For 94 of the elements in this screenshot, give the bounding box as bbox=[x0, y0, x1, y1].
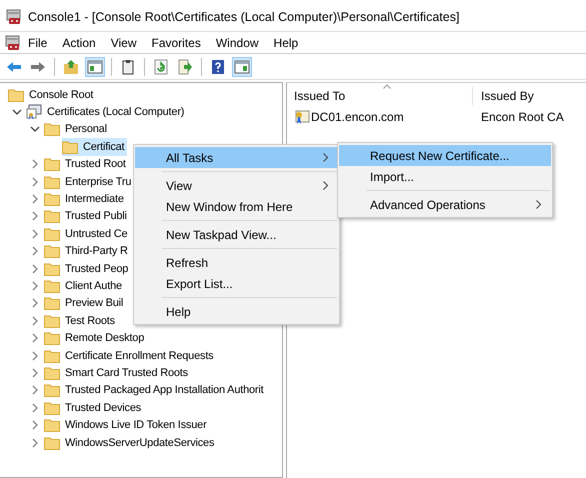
menu-item[interactable]: Export List... bbox=[135, 273, 338, 294]
menu-item[interactable]: Window bbox=[210, 34, 267, 52]
tree-item[interactable]: Trusted Devices bbox=[44, 398, 144, 417]
folder-icon bbox=[44, 226, 60, 241]
folder-icon bbox=[44, 209, 60, 224]
folder-icon bbox=[44, 174, 60, 189]
tree-item[interactable]: Certificate Enrollment Requests bbox=[44, 346, 216, 365]
expand-chevron-icon[interactable] bbox=[32, 280, 38, 291]
expand-chevron-icon[interactable] bbox=[32, 316, 38, 326]
expand-chevron-icon[interactable] bbox=[32, 246, 38, 256]
expand-chevron-icon[interactable] bbox=[32, 385, 38, 396]
toolbar-button[interactable] bbox=[232, 56, 252, 76]
tree-item[interactable]: Console Root bbox=[8, 86, 96, 104]
folder-icon bbox=[44, 348, 60, 363]
refresh-icon bbox=[153, 58, 169, 74]
tree-item[interactable]: Trusted Peop bbox=[44, 260, 132, 278]
menu-item[interactable]: Help bbox=[268, 34, 306, 52]
menu-item[interactable]: All Tasks bbox=[135, 147, 338, 168]
column-header[interactable]: Issued To bbox=[287, 87, 473, 105]
tree-item[interactable]: WindowsServerUpdateServices bbox=[44, 434, 218, 452]
expand-chevron-icon[interactable] bbox=[32, 420, 38, 430]
certificate-store-icon bbox=[26, 104, 42, 120]
folder-icon bbox=[44, 192, 60, 206]
tree-item[interactable]: Preview Buil bbox=[44, 294, 126, 312]
folder-icon bbox=[44, 157, 60, 172]
expand-chevron-icon[interactable] bbox=[32, 264, 38, 274]
tree-item[interactable]: Remote Desktop bbox=[44, 329, 148, 348]
tree-item[interactable]: Trusted Packaged App Installation Authorit bbox=[44, 381, 266, 400]
window-title: Console1 - [Console Root\Certificates (Local Computer)\Personal\Certificates] bbox=[28, 10, 460, 24]
folder-icon bbox=[44, 314, 60, 328]
tree-item[interactable]: Test Roots bbox=[44, 312, 118, 330]
menu-item[interactable]: New Taskpad View... bbox=[135, 224, 338, 245]
expand-chevron-icon[interactable] bbox=[32, 176, 38, 187]
menu-item[interactable]: View bbox=[106, 34, 144, 52]
menu-item[interactable]: Import... bbox=[339, 166, 551, 187]
certificate-icon bbox=[294, 109, 310, 125]
tree-item[interactable]: Certificat bbox=[62, 138, 128, 156]
menu-item[interactable]: Request New Certificate... bbox=[339, 145, 551, 166]
tree-item[interactable]: Windows Live ID Token Issuer bbox=[44, 416, 210, 434]
tree-item[interactable]: Untrusted Ce bbox=[44, 224, 130, 243]
folder-icon bbox=[62, 140, 78, 154]
folder-icon bbox=[44, 279, 60, 293]
expand-chevron-icon[interactable] bbox=[32, 298, 38, 308]
folder-icon bbox=[44, 383, 60, 398]
pane-icon bbox=[234, 58, 250, 74]
menu-item[interactable]: File bbox=[23, 34, 56, 52]
expand-chevron-icon[interactable] bbox=[32, 350, 38, 361]
tree-item[interactable]: Intermediate bbox=[44, 190, 127, 208]
expand-chevron-icon[interactable] bbox=[32, 333, 38, 344]
tree-item[interactable]: Trusted Publi bbox=[44, 207, 130, 226]
menu-item[interactable]: New Window from Here bbox=[135, 196, 338, 217]
folder-icon bbox=[44, 436, 60, 450]
tree-item[interactable]: Smart Card Trusted Roots bbox=[44, 364, 191, 382]
folder-icon bbox=[44, 331, 60, 346]
expand-chevron-icon[interactable] bbox=[32, 211, 38, 222]
folder-icon bbox=[44, 366, 60, 380]
help-icon bbox=[210, 58, 226, 74]
expand-chevron-icon[interactable] bbox=[32, 368, 38, 378]
toolbar-button[interactable] bbox=[85, 56, 105, 76]
folder-icon bbox=[8, 88, 24, 102]
clipboard-icon bbox=[120, 58, 136, 74]
table-cell-text: Encon Root CA bbox=[480, 110, 564, 124]
menu-item[interactable]: Help bbox=[135, 301, 338, 322]
menu-item[interactable]: Advanced Operations bbox=[339, 194, 551, 215]
expand-chevron-icon[interactable] bbox=[32, 228, 38, 239]
menu-item[interactable]: Action bbox=[57, 34, 104, 52]
pane-icon bbox=[87, 58, 103, 74]
collapse-chevron-icon[interactable] bbox=[30, 126, 40, 132]
table-cell: DC01.encon.com bbox=[311, 110, 404, 124]
folder-icon bbox=[44, 262, 60, 276]
folder-icon bbox=[44, 400, 60, 415]
tree-item[interactable]: Certificates (Local Computer) bbox=[26, 103, 188, 122]
expand-chevron-icon[interactable] bbox=[32, 438, 38, 448]
app-icon bbox=[6, 9, 22, 25]
tree-item[interactable]: Client Authe bbox=[44, 277, 125, 295]
folder-icon bbox=[44, 244, 60, 258]
export-icon bbox=[177, 58, 193, 74]
menu-item[interactable]: View bbox=[135, 175, 338, 196]
collapse-chevron-icon[interactable] bbox=[12, 109, 22, 116]
expand-chevron-icon[interactable] bbox=[32, 194, 38, 204]
tree-item[interactable]: Trusted Root bbox=[44, 155, 129, 174]
column-header[interactable]: Issued By bbox=[473, 87, 534, 105]
menu-item[interactable]: Favorites bbox=[146, 34, 209, 52]
folder-icon bbox=[44, 122, 60, 136]
app-menu-icon[interactable] bbox=[5, 34, 21, 50]
folder-up-icon bbox=[63, 58, 79, 74]
tree-item[interactable]: Personal bbox=[44, 120, 110, 138]
tree-item[interactable]: Enterprise Tru bbox=[44, 172, 134, 191]
expand-chevron-icon[interactable] bbox=[32, 159, 38, 170]
expand-chevron-icon[interactable] bbox=[32, 402, 38, 413]
menu-item[interactable]: Refresh bbox=[135, 252, 338, 273]
folder-icon bbox=[44, 418, 60, 432]
tree-item[interactable]: Third-Party R bbox=[44, 242, 131, 260]
folder-icon bbox=[44, 296, 60, 310]
